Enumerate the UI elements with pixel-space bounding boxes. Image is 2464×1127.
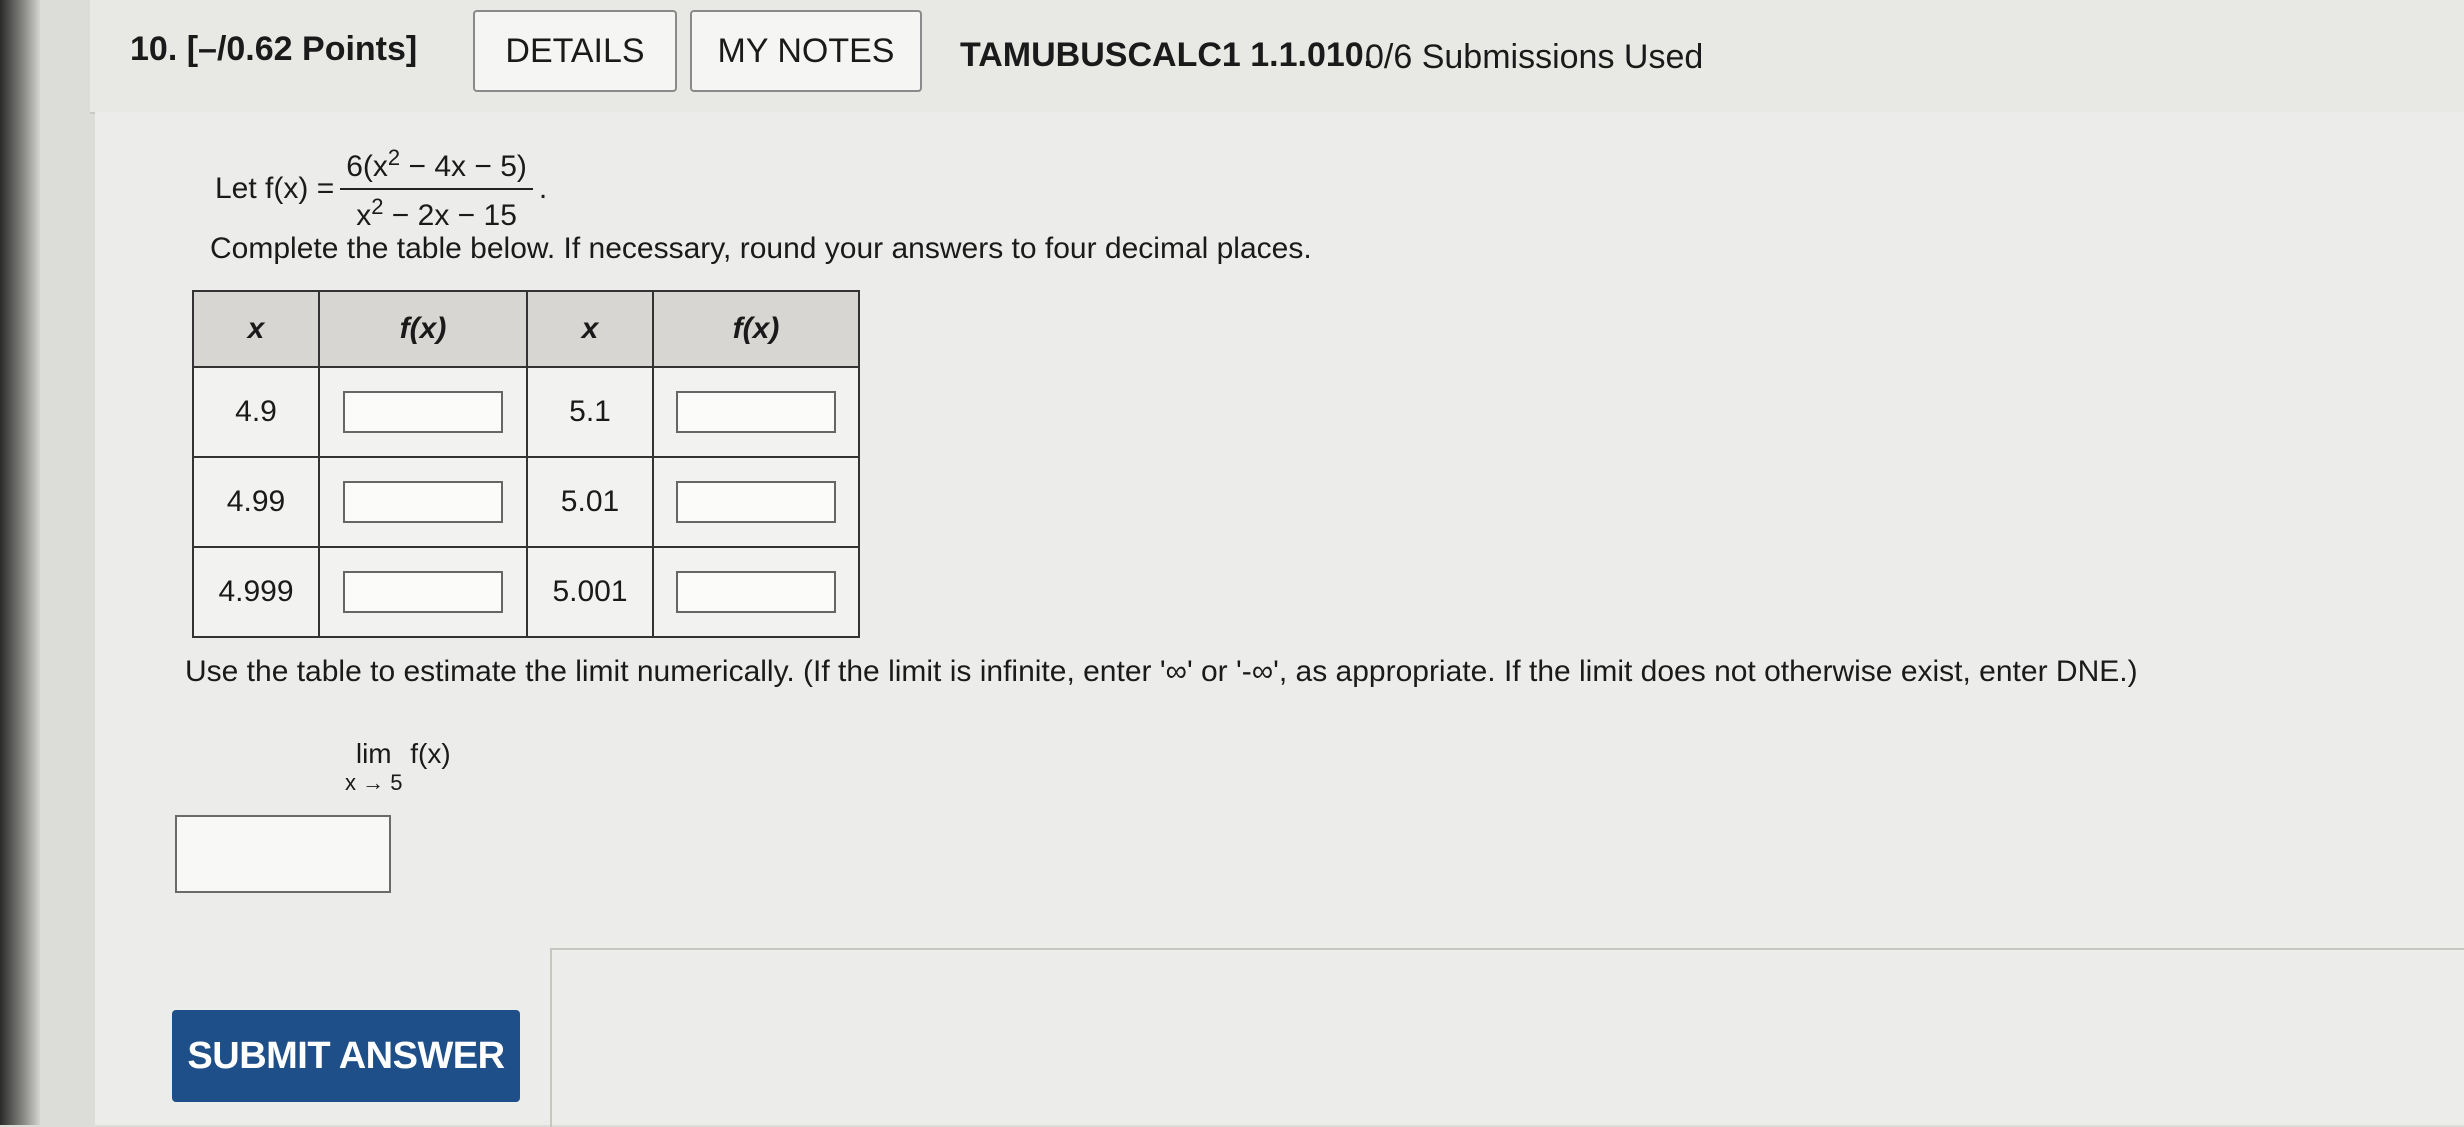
let-text: Let f(x) = [215,172,335,205]
fraction: 6(x2 − 4x − 5) x2 − 2x − 15 [340,145,533,233]
period: . [538,172,548,205]
table-header-row: x f(x) x f(x) [192,290,860,368]
details-button[interactable]: DETAILS [473,10,677,92]
header-fx-left: f(x) [318,290,528,368]
header-x-left: x [192,290,320,368]
header-x-right: x [526,290,654,368]
screen-edge [0,0,40,1125]
values-table: x f(x) x f(x) 4.9 5.1 4.99 5.01 4.999 5.… [192,290,860,638]
table-row: 4.9 5.1 [192,366,860,458]
x-value: 4.9 [192,366,320,458]
denominator: x2 − 2x − 15 [356,194,517,232]
table-row: 4.99 5.01 [192,456,860,548]
function-definition: Let f(x) = 6(x2 − 4x − 5) x2 − 2x − 15 . [215,145,547,233]
fx-answer-input[interactable] [676,391,836,433]
header-fx-right: f(x) [652,290,860,368]
question-number: 10. [130,30,178,68]
problem-code: TAMUBUSCALC1 1.1.010. [960,36,1374,74]
table-instruction: Complete the table below. If necessary, … [210,232,1312,265]
x-value: 5.001 [526,546,654,638]
fx-answer-input[interactable] [676,481,836,523]
lim-subscript: x → 5 [345,770,403,795]
x-value: 4.99 [192,456,320,548]
x-value: 4.999 [192,546,320,638]
table-row: 4.999 5.001 [192,546,860,638]
fx-answer-input[interactable] [343,391,503,433]
limit-expression: lim x → 5 f(x) [345,738,451,797]
numerator: 6(x2 − 4x − 5) [340,145,533,190]
fx-answer-input[interactable] [343,481,503,523]
limit-instruction: Use the table to estimate the limit nume… [185,655,2138,688]
submissions-used: 0/6 Submissions Used [1365,38,1704,76]
fx-answer-input[interactable] [343,571,503,613]
points-label: [–/0.62 Points] [186,30,418,68]
x-value: 5.1 [526,366,654,458]
lim-function: f(x) [410,738,451,769]
limit-answer-input[interactable] [175,815,391,893]
lim-word: lim [355,738,392,769]
submit-answer-button[interactable]: SUBMIT ANSWER [172,1010,520,1102]
notes-panel [550,948,2464,1127]
my-notes-button[interactable]: MY NOTES [690,10,922,92]
fx-answer-input[interactable] [676,571,836,613]
question-title: 10. [–/0.62 Points] [130,30,417,69]
x-value: 5.01 [526,456,654,548]
